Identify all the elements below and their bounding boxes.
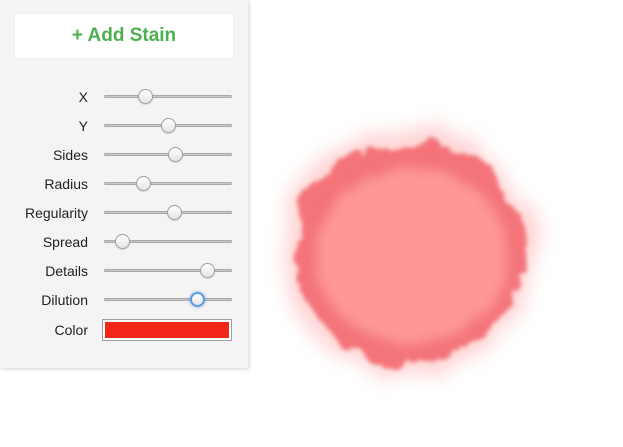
slider-row-regularity: Regularity (0, 203, 248, 223)
slider-row-spread: Spread (0, 232, 248, 252)
slider-row-sides: Sides (0, 145, 248, 165)
slider-track-radius[interactable] (104, 182, 232, 185)
slider-label-spread: Spread (42, 234, 88, 250)
slider-thumb-spread[interactable] (115, 234, 131, 249)
slider-thumb-regularity[interactable] (166, 205, 182, 220)
add-stain-button[interactable]: + Add Stain (15, 14, 233, 58)
slider-label-sides: Sides (52, 147, 88, 163)
stain-canvas[interactable] (250, 0, 623, 447)
slider-label-regularity: Regularity (24, 205, 88, 221)
control-panel: + Add Stain X Y Sides Radius Regularity … (0, 0, 248, 368)
slider-row-dilution: Dilution (0, 290, 248, 310)
stain-inner (316, 168, 508, 344)
color-swatch-fill (105, 322, 229, 338)
slider-row-y: Y (0, 116, 248, 136)
slider-thumb-sides[interactable] (167, 147, 183, 162)
slider-track-dilution[interactable] (104, 298, 232, 301)
slider-row-radius: Radius (0, 174, 248, 194)
slider-thumb-y[interactable] (161, 118, 176, 133)
slider-track-x[interactable] (104, 95, 232, 98)
color-picker-input[interactable] (102, 319, 232, 341)
slider-label-x: X (78, 89, 88, 105)
slider-row-x: X (0, 87, 248, 107)
slider-row-details: Details (0, 261, 248, 281)
color-row: Color (0, 319, 248, 343)
slider-thumb-details[interactable] (199, 263, 215, 278)
slider-thumb-radius[interactable] (135, 176, 151, 191)
color-label: Color (54, 322, 88, 338)
slider-label-details: Details (45, 263, 88, 279)
slider-thumb-dilution[interactable] (189, 292, 205, 307)
slider-label-radius: Radius (44, 176, 88, 192)
stain-graphic (284, 122, 542, 380)
slider-thumb-x[interactable] (138, 89, 154, 104)
slider-label-y: Y (78, 118, 88, 134)
slider-label-dilution: Dilution (41, 292, 88, 308)
